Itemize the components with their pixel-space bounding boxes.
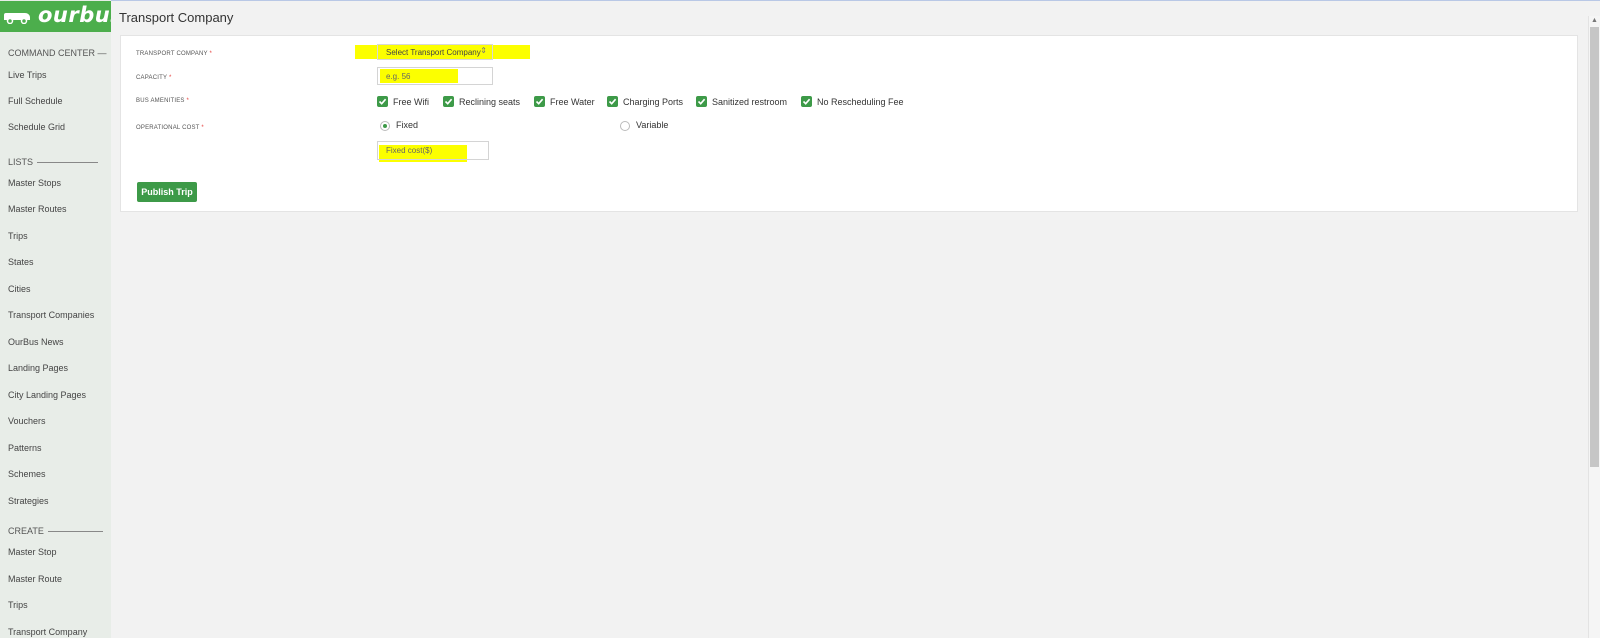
check-icon xyxy=(608,98,617,105)
sidebar-item-transport-company[interactable]: Transport Company xyxy=(8,627,87,637)
sidebar-item-full-schedule[interactable]: Full Schedule xyxy=(8,96,63,106)
variable-radio-label: Variable xyxy=(636,120,669,130)
reclining-seats-checkbox[interactable] xyxy=(443,96,454,107)
sidebar-item-strategies[interactable]: Strategies xyxy=(8,496,49,506)
sidebar-item-ourbus-news[interactable]: OurBus News xyxy=(8,337,64,347)
required-marker: * xyxy=(186,98,190,104)
section-lists: LISTS xyxy=(8,157,99,167)
sidebar-item-master-routes[interactable]: Master Routes xyxy=(8,204,67,214)
reclining-seats-label: Reclining seats xyxy=(459,97,521,107)
form-card xyxy=(120,35,1578,212)
amenities-label: BUS AMENITIES * xyxy=(136,98,189,104)
sidebar: ourbus COMMAND CENTER — Live Trips Full … xyxy=(0,0,111,638)
bus-icon xyxy=(4,13,30,24)
section-divider xyxy=(47,531,103,533)
chevron-updown-icon: ⇕ xyxy=(480,46,487,55)
sidebar-item-vouchers[interactable]: Vouchers xyxy=(8,416,46,426)
charging-ports-label: Charging Ports xyxy=(623,97,684,107)
check-icon xyxy=(802,98,811,105)
transport-company-label: TRANSPORT COMPANY * xyxy=(136,51,212,57)
capacity-input[interactable]: e.g. 56 xyxy=(377,67,493,85)
variable-radio[interactable] xyxy=(620,121,630,131)
free-water-checkbox[interactable] xyxy=(534,96,545,107)
publish-trip-button[interactable]: Publish Trip xyxy=(137,182,197,202)
no-rescheduling-fee-checkbox[interactable] xyxy=(801,96,812,107)
sidebar-item-landing-pages[interactable]: Landing Pages xyxy=(8,363,68,373)
free-water-label: Free Water xyxy=(550,97,595,107)
radio-selected-dot xyxy=(383,124,387,128)
sidebar-item-transport-companies[interactable]: Transport Companies xyxy=(8,310,94,320)
fixed-cost-placeholder: Fixed cost($) xyxy=(386,146,433,155)
free-wifi-checkbox[interactable] xyxy=(377,96,388,107)
check-icon xyxy=(535,98,544,105)
no-rescheduling-fee-label: No Rescheduling Fee xyxy=(817,97,904,107)
check-icon xyxy=(697,98,706,105)
sidebar-item-create-trips[interactable]: Trips xyxy=(8,600,28,610)
scroll-up-arrow-icon[interactable]: ▲ xyxy=(1590,17,1599,25)
sanitized-restroom-label: Sanitized restroom xyxy=(712,97,788,107)
required-marker: * xyxy=(209,51,213,57)
section-create: CREATE xyxy=(8,526,103,536)
capacity-placeholder: e.g. 56 xyxy=(386,72,411,81)
check-icon xyxy=(444,98,453,105)
brand-name: ourbus xyxy=(38,3,111,27)
sidebar-item-city-landing-pages[interactable]: City Landing Pages xyxy=(8,390,86,400)
operational-cost-label-text: OPERATIONAL COST xyxy=(136,125,200,131)
sidebar-item-live-trips[interactable]: Live Trips xyxy=(8,70,47,80)
sidebar-item-master-route[interactable]: Master Route xyxy=(8,574,62,584)
sidebar-item-trips[interactable]: Trips xyxy=(8,231,28,241)
section-divider xyxy=(37,162,99,164)
section-create-label: CREATE xyxy=(8,526,44,536)
section-lists-label: LISTS xyxy=(8,157,34,167)
scrollbar-thumb[interactable] xyxy=(1590,27,1599,467)
capacity-label-text: CAPACITY xyxy=(136,75,168,81)
sidebar-item-master-stop[interactable]: Master Stop xyxy=(8,547,57,557)
operational-cost-label: OPERATIONAL COST * xyxy=(136,125,204,131)
brand-logo[interactable]: ourbus xyxy=(0,1,111,32)
sanitized-restroom-checkbox[interactable] xyxy=(696,96,707,107)
window-top-border xyxy=(0,0,1600,1)
amenities-label-text: BUS AMENITIES xyxy=(136,98,185,104)
sidebar-item-master-stops[interactable]: Master Stops xyxy=(8,178,61,188)
required-marker: * xyxy=(201,125,204,131)
required-marker: * xyxy=(168,75,172,81)
check-icon xyxy=(378,98,387,105)
sidebar-item-states[interactable]: States xyxy=(8,257,34,267)
fixed-radio[interactable] xyxy=(380,121,390,131)
transport-company-label-text: TRANSPORT COMPANY xyxy=(136,51,208,57)
transport-company-select-value: Select Transport Company xyxy=(386,48,481,57)
sidebar-item-schemes[interactable]: Schemes xyxy=(8,469,46,479)
sidebar-item-patterns[interactable]: Patterns xyxy=(8,443,42,453)
sidebar-item-schedule-grid[interactable]: Schedule Grid xyxy=(8,122,65,132)
capacity-label: CAPACITY * xyxy=(136,75,171,81)
charging-ports-checkbox[interactable] xyxy=(607,96,618,107)
transport-company-select[interactable]: Select Transport Company ⇕ xyxy=(377,44,493,60)
page-title: Transport Company xyxy=(119,10,234,25)
sidebar-item-cities[interactable]: Cities xyxy=(8,284,31,294)
fixed-cost-input[interactable]: Fixed cost($) xyxy=(377,141,489,160)
free-wifi-label: Free Wifi xyxy=(393,97,429,107)
section-command-center: COMMAND CENTER — xyxy=(8,48,107,58)
fixed-radio-label: Fixed xyxy=(396,120,419,130)
